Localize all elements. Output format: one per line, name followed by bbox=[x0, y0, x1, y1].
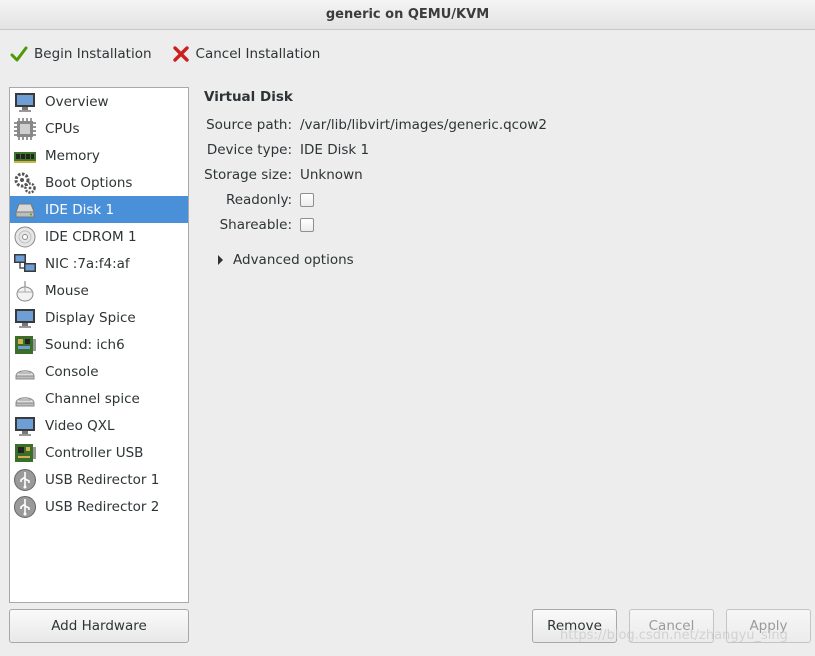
cancel-installation-label: Cancel Installation bbox=[195, 46, 321, 62]
sidebar-item-usb-redirector-1[interactable]: USB Redirector 1 bbox=[10, 466, 188, 493]
sidebar-item-label: Channel spice bbox=[45, 390, 140, 407]
sidebar-item-label: IDE CDROM 1 bbox=[45, 228, 137, 245]
sidebar-item-overview[interactable]: Overview bbox=[10, 88, 188, 115]
cdrom-icon bbox=[14, 226, 36, 247]
sidebar-item-sound[interactable]: Sound: ich6 bbox=[10, 331, 188, 358]
source-path-label: Source path: bbox=[206, 117, 292, 133]
sidebar-item-label: Memory bbox=[45, 147, 100, 164]
storage-size-row: Storage size: Unknown bbox=[196, 165, 363, 185]
add-hardware-button[interactable]: Add Hardware bbox=[9, 609, 189, 643]
sidebar-item-label: NIC :7a:f4:af bbox=[45, 255, 130, 272]
sidebar-item-display-spice[interactable]: Display Spice bbox=[10, 304, 188, 331]
source-path-row: Source path: /var/lib/libvirt/images/gen… bbox=[196, 115, 547, 135]
begin-installation-label: Begin Installation bbox=[34, 46, 152, 62]
sidebar-item-label: Display Spice bbox=[45, 309, 136, 326]
sidebar-item-label: Controller USB bbox=[45, 444, 144, 461]
shareable-checkbox[interactable] bbox=[300, 218, 314, 232]
device-type-label: Device type: bbox=[206, 142, 292, 158]
sidebar-item-controller-usb[interactable]: Controller USB bbox=[10, 439, 188, 466]
sidebar-item-label: Boot Options bbox=[45, 174, 133, 191]
sidebar-item-label: Sound: ich6 bbox=[45, 336, 125, 353]
cpu-icon bbox=[14, 117, 36, 140]
serial-console-icon bbox=[15, 369, 35, 379]
hardware-list[interactable]: Overview CPUs Memory Boot Options IDE Di… bbox=[9, 87, 189, 603]
cancel-installation-button[interactable]: Cancel Installation bbox=[172, 39, 321, 69]
section-title: Virtual Disk bbox=[204, 89, 293, 105]
watermark-text: https://blog.csdn.net/zhangyu_sing bbox=[560, 628, 788, 643]
sidebar-item-cpus[interactable]: CPUs bbox=[10, 115, 188, 142]
mouse-icon bbox=[16, 280, 34, 301]
network-icon bbox=[14, 253, 36, 272]
sound-card-icon bbox=[15, 335, 36, 354]
sidebar-item-ide-disk-1[interactable]: IDE Disk 1 bbox=[10, 196, 188, 223]
channel-icon bbox=[15, 396, 35, 406]
expander-arrow-icon bbox=[218, 255, 223, 265]
sidebar-item-label: CPUs bbox=[45, 120, 80, 137]
device-type-value: IDE Disk 1 bbox=[300, 142, 370, 158]
sidebar-item-label: Mouse bbox=[45, 282, 89, 299]
storage-size-label: Storage size: bbox=[204, 167, 292, 183]
advanced-options-label: Advanced options bbox=[233, 252, 354, 268]
sidebar-item-console[interactable]: Console bbox=[10, 358, 188, 385]
shareable-label: Shareable: bbox=[219, 217, 292, 233]
readonly-label: Readonly: bbox=[225, 192, 292, 208]
controller-card-icon bbox=[15, 443, 36, 462]
toolbar: Begin Installation Cancel Installation bbox=[0, 31, 815, 77]
window-title: generic on QEMU/KVM bbox=[0, 0, 815, 30]
advanced-options-expander[interactable]: Advanced options bbox=[218, 252, 354, 268]
display-icon bbox=[15, 308, 35, 328]
sidebar-item-label: IDE Disk 1 bbox=[45, 201, 115, 218]
sidebar-item-nic[interactable]: NIC :7a:f4:af bbox=[10, 250, 188, 277]
sidebar-item-label: Video QXL bbox=[45, 417, 115, 434]
sidebar-item-label: Overview bbox=[45, 93, 109, 110]
video-icon bbox=[15, 416, 35, 436]
gears-icon bbox=[14, 172, 36, 194]
sidebar-item-usb-redirector-2[interactable]: USB Redirector 2 bbox=[10, 493, 188, 520]
usb-icon bbox=[14, 495, 36, 518]
cancel-x-icon bbox=[172, 46, 189, 62]
shareable-row: Shareable: bbox=[196, 215, 314, 235]
readonly-row: Readonly: bbox=[196, 190, 314, 210]
sidebar-item-label: Console bbox=[45, 363, 99, 380]
device-type-row: Device type: IDE Disk 1 bbox=[196, 140, 369, 160]
usb-icon bbox=[14, 468, 36, 491]
source-path-value: /var/lib/libvirt/images/generic.qcow2 bbox=[300, 117, 547, 133]
begin-installation-button[interactable]: Begin Installation bbox=[10, 39, 152, 69]
sidebar-item-ide-cdrom-1[interactable]: IDE CDROM 1 bbox=[10, 223, 188, 250]
sidebar-item-label: USB Redirector 1 bbox=[45, 471, 160, 488]
monitor-icon bbox=[15, 92, 35, 112]
readonly-checkbox[interactable] bbox=[300, 193, 314, 207]
sidebar-item-memory[interactable]: Memory bbox=[10, 142, 188, 169]
sidebar-item-channel-spice[interactable]: Channel spice bbox=[10, 385, 188, 412]
sidebar-item-mouse[interactable]: Mouse bbox=[10, 277, 188, 304]
checkmark-icon bbox=[10, 46, 28, 62]
memory-icon bbox=[14, 151, 36, 163]
sidebar-item-boot-options[interactable]: Boot Options bbox=[10, 169, 188, 196]
sidebar-item-label: USB Redirector 2 bbox=[45, 498, 160, 515]
storage-size-value: Unknown bbox=[300, 167, 363, 183]
disk-icon bbox=[15, 203, 35, 217]
sidebar-item-video-qxl[interactable]: Video QXL bbox=[10, 412, 188, 439]
